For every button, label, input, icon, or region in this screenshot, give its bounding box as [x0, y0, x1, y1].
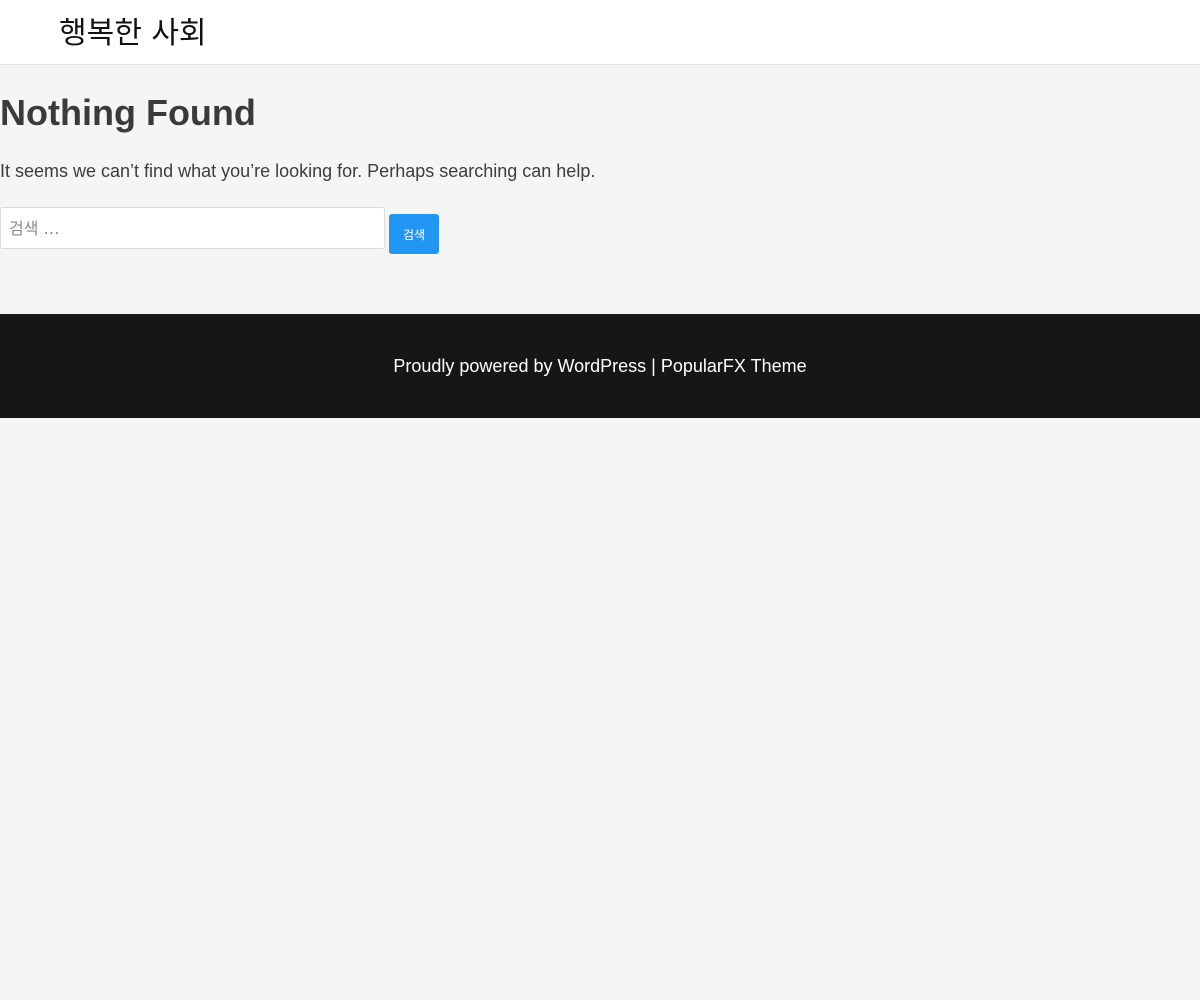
wordpress-link[interactable]: WordPress — [557, 356, 646, 376]
footer-separator: | — [646, 356, 661, 376]
search-button[interactable]: 검색 — [389, 214, 439, 254]
footer-credit: Proudly powered by WordPress | PopularFX… — [0, 354, 1200, 378]
page-title: Nothing Found — [0, 92, 256, 133]
search-input[interactable] — [0, 207, 385, 249]
powered-by-text: Proudly powered by — [393, 356, 558, 376]
site-header: 행복한 사회 — [0, 0, 1200, 65]
site-footer: Proudly powered by WordPress | PopularFX… — [0, 314, 1200, 418]
theme-link[interactable]: PopularFX Theme — [661, 356, 807, 376]
site-title-link[interactable]: 행복한 사회 — [59, 14, 207, 54]
not-found-message: It seems we can’t find what you’re looki… — [0, 161, 596, 181]
